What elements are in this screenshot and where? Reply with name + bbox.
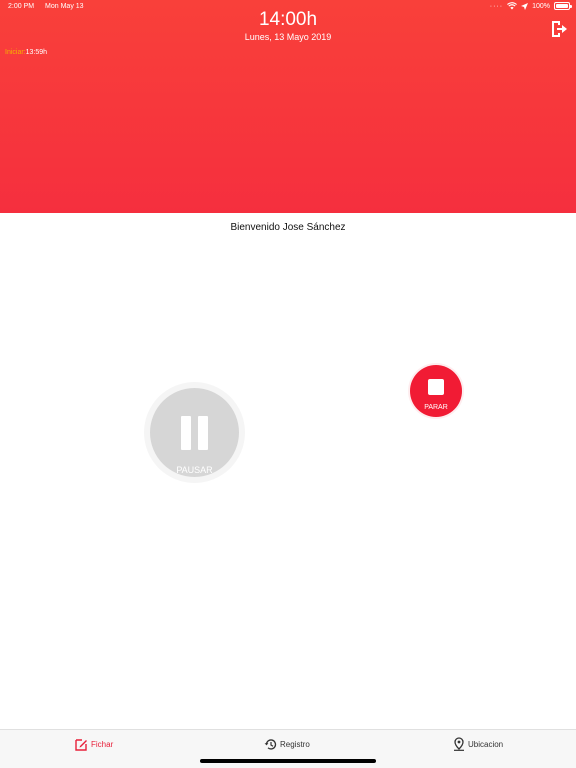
welcome-text: Bienvenido Jose Sánchez [230, 222, 346, 233]
location-pin-icon [454, 737, 464, 751]
header: 2:00 PM Mon May 13 ···· 100% 14:00h Lune… [0, 0, 576, 213]
stop-button[interactable]: PARAR [410, 365, 462, 417]
stop-icon [428, 379, 444, 395]
pause-label: PAUSAR [176, 465, 213, 475]
tab-fichar-label: Fichar [91, 739, 114, 749]
stop-label: PARAR [424, 404, 448, 411]
start-time: 13:59h [25, 49, 48, 56]
header-clock: 14:00h [258, 9, 318, 30]
tab-ubicacion[interactable]: Ubicacion [453, 736, 503, 752]
tab-registro-label: Registro [280, 739, 310, 749]
tab-ubicacion-label: Ubicacion [468, 739, 504, 749]
logout-icon[interactable] [550, 20, 568, 38]
start-label: Iniciar: [5, 49, 26, 56]
pause-icon-bar [198, 416, 208, 450]
header-date: Lunes, 13 Mayo 2019 [244, 32, 332, 42]
edit-icon [75, 738, 87, 751]
home-indicator [200, 759, 376, 763]
tab-fichar[interactable]: Fichar [75, 736, 113, 752]
pause-button-inner: PAUSAR [150, 388, 239, 477]
battery-fill [556, 4, 568, 8]
pause-button[interactable]: PAUSAR [144, 382, 245, 483]
tab-registro[interactable]: Registro [264, 736, 310, 752]
history-icon [264, 738, 277, 750]
pause-icon [181, 416, 191, 450]
start-line: Iniciar:13:59h [5, 49, 47, 56]
